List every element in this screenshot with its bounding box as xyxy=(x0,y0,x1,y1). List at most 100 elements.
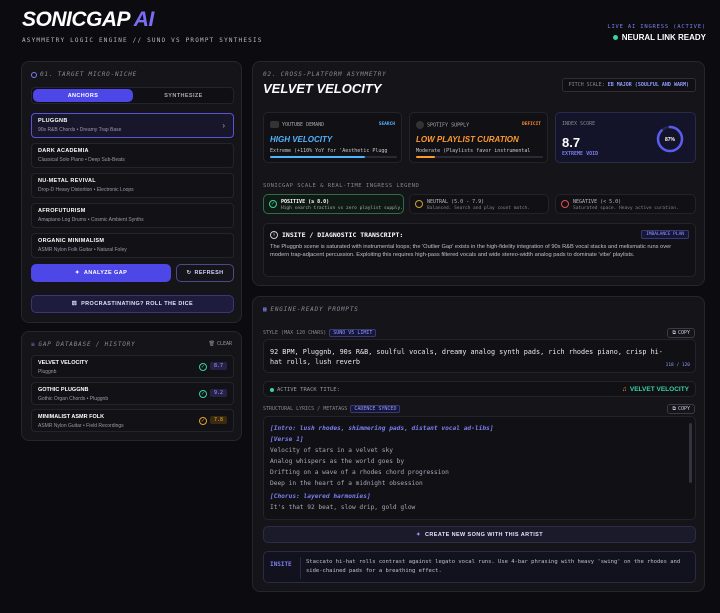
copy-label: COPY xyxy=(677,330,690,336)
history-row[interactable]: VELVET VELOCITY Pluggnb ✓ 8.7 xyxy=(31,355,234,378)
niche-name-title: VELVET VELOCITY xyxy=(263,81,382,96)
live-ingress-label: LIVE AI INGRESS (ACTIVE) xyxy=(607,24,706,30)
youtube-desc: Extreme (+110% YoY for 'Aesthetic Plugg xyxy=(270,148,388,154)
check-circle-icon: ✓ xyxy=(199,390,207,398)
lyrics-scrollbar[interactable] xyxy=(689,423,692,483)
history-row[interactable]: GOTHIC PLUGGNB Gothic Organ Chords • Plu… xyxy=(31,382,234,405)
copy-style-button[interactable]: ⧉ COPY xyxy=(667,328,695,338)
check-circle-icon: ✓ xyxy=(199,417,207,425)
niche-title: NU-METAL REVIVAL xyxy=(38,178,96,184)
spotify-bar-fill xyxy=(416,156,436,158)
cadence-synced-badge: CADENCE SYNCED xyxy=(350,405,401,413)
info-icon: i xyxy=(270,231,278,239)
history-row[interactable]: MINIMALIST ASMR FOLK ASMR Nylon Guitar •… xyxy=(31,409,234,432)
niche-item[interactable]: NU-METAL REVIVAL Drop-D Heavy Distortion… xyxy=(31,173,234,198)
spotify-label-text: SPOTIFY SUPPLY xyxy=(427,122,470,129)
clear-history-button[interactable]: 🗑 CLEAR xyxy=(209,341,232,347)
index-score-tag: EXTREME VOID xyxy=(562,151,599,157)
lyrics-content: [Intro: lush rhodes, shimmering pads, di… xyxy=(270,423,494,513)
trash-icon: 🗑 xyxy=(208,341,215,347)
status-dot-icon xyxy=(612,35,618,41)
grid-icon: ▦ xyxy=(263,306,268,313)
copy-lyrics-button[interactable]: ⧉ COPY xyxy=(667,404,695,414)
legend-negative-desc: Saturated space. Heavy active curation. xyxy=(573,206,679,211)
youtube-tag: SEARCH xyxy=(378,122,395,127)
refresh-label: REFRESH xyxy=(194,270,224,276)
negative-circle-icon xyxy=(561,200,569,208)
history-sub: ASMR Nylon Guitar • Field Recordings xyxy=(38,423,124,429)
spotify-headline: LOW PLAYLIST CURATION xyxy=(416,135,519,144)
check-circle-icon: ✓ xyxy=(199,363,207,371)
lyrics-label-text: STRUCTURAL LYRICS / METATAGS xyxy=(263,406,348,412)
diagnostic-card: i INSITE / DIAGNOSTIC TRANSCRIPT: IMBALA… xyxy=(263,223,696,277)
lyric-line: [Verse 1] xyxy=(270,436,304,443)
lyric-line: Deep in the heart of a midnight obsessio… xyxy=(270,480,423,487)
analyze-gap-button[interactable]: ✦ ANALYZE GAP xyxy=(31,264,171,282)
lyric-line: Velocity of stars in a velvet sky xyxy=(270,447,393,454)
roll-dice-label: PROCRASTINATING? ROLL THE DICE xyxy=(81,301,194,307)
niche-sub: ASMR Nylon Folk Guitar • Natural Foley xyxy=(38,247,127,253)
active-track-label-text: ACTIVE TRACK TITLE: xyxy=(277,387,340,393)
copy-label: COPY xyxy=(677,406,690,412)
char-count: 118 / 120 xyxy=(665,363,690,368)
niche-item[interactable]: ORGANIC MINIMALISM ASMR Nylon Folk Guita… xyxy=(31,233,234,258)
gap-db-title-text: GAP DATABASE / HISTORY xyxy=(38,341,136,348)
index-score-percent: 87% xyxy=(665,137,676,143)
prompts-panel: ▦ ENGINE-READY PROMPTS STYLE (MAX 120 CHA… xyxy=(252,296,705,592)
neural-status-text: NEURAL LINK READY xyxy=(621,33,706,42)
spotify-supply-card: SPOTIFY SUPPLY DEFICIT LOW PLAYLIST CURA… xyxy=(409,112,548,163)
prompts-section-title-text: ENGINE-READY PROMPTS xyxy=(270,306,359,313)
index-score-value: 8.7 xyxy=(562,135,581,150)
youtube-bar-fill xyxy=(270,156,366,158)
spotify-tag: DEFICIT xyxy=(522,122,541,127)
neutral-circle-icon xyxy=(415,200,423,208)
insite-label: INSITE xyxy=(270,561,292,568)
niche-item[interactable]: AFROFUTURISM Amapiano Log Drums • Cosmic… xyxy=(31,203,234,228)
app-subtitle: ASYMMETRY LOGIC ENGINE // SUNO VS PROMPT… xyxy=(22,37,263,44)
legend-positive-title: POSITIVE (≥ 8.0) xyxy=(281,199,330,205)
spotify-label: SPOTIFY SUPPLY xyxy=(416,121,469,129)
lyric-line: Drifting on a wave of a rhodes chord pro… xyxy=(270,469,449,476)
youtube-bar-track xyxy=(270,156,397,158)
neural-status: NEURAL LINK READY xyxy=(612,33,706,42)
prompts-section-title: ▦ ENGINE-READY PROMPTS xyxy=(263,306,359,313)
app-title-accent: AI xyxy=(133,8,155,31)
tab-synthesize[interactable]: SYNTHESIZE xyxy=(134,89,233,102)
spotify-bar-track xyxy=(416,156,543,158)
niche-title: PLUGGNB xyxy=(38,118,68,124)
roll-dice-button[interactable]: ⚄ PROCRASTINATING? ROLL THE DICE xyxy=(31,295,234,313)
insite-text: Staccato hi-hat rolls contrast against l… xyxy=(306,559,681,574)
refresh-button[interactable]: ↻ REFRESH xyxy=(176,264,234,282)
check-circle-icon: ✓ xyxy=(269,200,277,208)
niche-section-title: 01. TARGET MICRO-NICHE xyxy=(31,71,137,78)
lyric-line: It's that 92 beat, slow drip, gold glow xyxy=(270,504,416,511)
legend-negative-title: NEGATIVE (< 5.0) xyxy=(573,199,622,205)
index-score-card: INDEX SCORE 8.7 EXTREME VOID 87% xyxy=(555,112,696,163)
niche-item[interactable]: PLUGGNB 90s R&B Chords • Dreamy Trap Bas… xyxy=(31,113,234,138)
sparkle-icon: ✦ xyxy=(416,531,422,538)
gap-database-panel: ≡ GAP DATABASE / HISTORY 🗑 CLEAR VELVET VE… xyxy=(21,331,242,441)
youtube-label-text: YOUTUBE DEMAND xyxy=(282,122,325,128)
create-song-button[interactable]: ✦ CREATE NEW SONG WITH THIS ARTIST xyxy=(263,526,696,543)
niche-section-title-text: 01. TARGET MICRO-NICHE xyxy=(40,71,138,78)
database-icon: ≡ xyxy=(31,341,36,348)
pitch-scale-badge: PITCH SCALE: EB MAJOR (SOULFUL AND WARM) xyxy=(561,78,696,92)
spotify-icon xyxy=(416,121,424,129)
suno-limit-badge: SUNO V5 LIMIT xyxy=(329,329,377,337)
dice-icon: ⚄ xyxy=(71,301,78,307)
legend-neutral: NEUTRAL (5.0 - 7.9) Balanced. Search and… xyxy=(409,194,549,214)
history-sub: Pluggnb xyxy=(38,369,57,375)
create-song-label: CREATE NEW SONG WITH THIS ARTIST xyxy=(425,531,543,538)
music-note-icon: ♫ xyxy=(622,386,627,393)
style-prompt-box[interactable]: 92 BPM, Pluggnb, 90s R&B, soulful vocals… xyxy=(263,339,696,373)
app-title-main: SONICGAP xyxy=(22,8,130,31)
copy-icon: ⧉ xyxy=(672,406,676,412)
tab-anchors[interactable]: ANCHORS xyxy=(33,89,133,102)
lyrics-box[interactable]: [Intro: lush rhodes, shimmering pads, di… xyxy=(263,416,696,520)
niche-sub: Drop-D Heavy Distortion • Electronic Loo… xyxy=(38,187,134,193)
index-score-label: INDEX SCORE xyxy=(562,121,596,127)
niche-item[interactable]: DARK ACADEMIA Classical Solo Piano • Dee… xyxy=(31,143,234,168)
index-score-ring: 87% xyxy=(656,125,684,153)
youtube-demand-card: YOUTUBE DEMAND SEARCH HIGH VELOCITY Extr… xyxy=(263,112,402,163)
style-label-text: STYLE (MAX 120 CHARS) xyxy=(263,330,327,336)
